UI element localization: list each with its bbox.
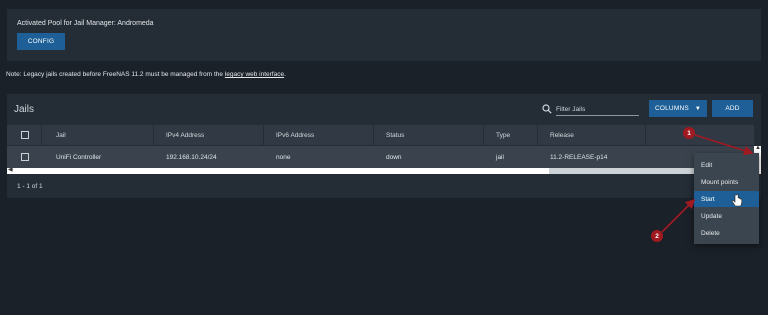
column-header-status[interactable]: Status xyxy=(386,132,404,139)
column-divider xyxy=(645,125,646,145)
filter-jails-input[interactable] xyxy=(556,103,639,116)
menu-item-label: Update xyxy=(701,213,722,220)
column-divider xyxy=(373,125,374,145)
menu-item-label: Delete xyxy=(701,230,720,237)
column-header-jail[interactable]: Jail xyxy=(56,132,66,139)
columns-button[interactable]: COLUMNS ▼ xyxy=(649,100,707,117)
annotation-arrow xyxy=(661,198,696,233)
table-row[interactable]: UniFi Controller 192.168.10.24/24 none d… xyxy=(7,146,754,168)
jails-card: Jails COLUMNS ▼ ADD Jail IPv4 Address IP… xyxy=(7,94,761,198)
menu-item-label: Mount points xyxy=(701,179,739,186)
menu-item-start[interactable]: Start xyxy=(694,191,759,207)
search-icon xyxy=(542,104,552,114)
column-divider xyxy=(41,125,42,145)
columns-button-label: COLUMNS xyxy=(654,105,689,112)
menu-item-delete[interactable]: Delete xyxy=(694,225,759,241)
table-header: Jail IPv4 Address IPv6 Address Status Ty… xyxy=(7,125,754,145)
hand-pointer-icon xyxy=(731,194,743,207)
pool-status-text: Activated Pool for Jail Manager: Androme… xyxy=(17,20,154,27)
chevron-down-icon: ▼ xyxy=(694,105,702,112)
column-divider xyxy=(153,125,154,145)
column-header-release[interactable]: Release xyxy=(550,132,574,139)
horizontal-scrollbar[interactable]: ◀ xyxy=(7,166,754,174)
row-checkbox[interactable] xyxy=(21,153,29,161)
cell-ipv6: none xyxy=(276,154,291,161)
jails-title: Jails xyxy=(14,104,35,115)
menu-item-edit[interactable]: Edit xyxy=(694,157,759,173)
cell-ipv4: 192.168.10.24/24 xyxy=(166,154,217,161)
cell-type: jail xyxy=(496,154,504,161)
column-divider xyxy=(483,125,484,145)
cell-jail: UniFi Controller xyxy=(56,154,102,161)
menu-item-label: Edit xyxy=(701,162,713,169)
annotation-badge-1: 1 xyxy=(683,127,695,139)
add-jail-button[interactable]: ADD xyxy=(712,100,753,117)
pool-card: Activated Pool for Jail Manager: Androme… xyxy=(7,9,761,61)
legacy-note-suffix: . xyxy=(284,71,286,78)
column-header-ipv4[interactable]: IPv4 Address xyxy=(166,132,204,139)
column-divider xyxy=(537,125,538,145)
row-actions-menu: Edit Mount points Start Update Delete xyxy=(694,153,759,244)
column-header-ipv6[interactable]: IPv6 Address xyxy=(276,132,314,139)
cell-release: 11.2-RELEASE-p14 xyxy=(550,154,608,161)
annotation-badge-2: 2 xyxy=(651,230,663,242)
cell-status: down xyxy=(386,154,402,161)
legacy-web-interface-link[interactable]: legacy web interface xyxy=(225,71,284,78)
scroll-left-icon[interactable]: ◀ xyxy=(8,166,13,173)
config-button[interactable]: CONFIG xyxy=(17,33,65,50)
column-header-type[interactable]: Type xyxy=(496,132,510,139)
menu-item-mount-points[interactable]: Mount points xyxy=(694,174,759,190)
column-divider xyxy=(263,125,264,145)
legacy-note: Note: Legacy jails created before FreeNA… xyxy=(6,71,286,78)
scroll-up-icon[interactable]: ▲ xyxy=(755,145,761,151)
legacy-note-text: Note: Legacy jails created before FreeNA… xyxy=(6,71,224,78)
pagination-summary: 1 - 1 of 1 xyxy=(17,183,43,190)
menu-item-label: Start xyxy=(701,196,715,203)
select-all-checkbox[interactable] xyxy=(21,131,29,139)
menu-item-update[interactable]: Update xyxy=(694,208,759,224)
